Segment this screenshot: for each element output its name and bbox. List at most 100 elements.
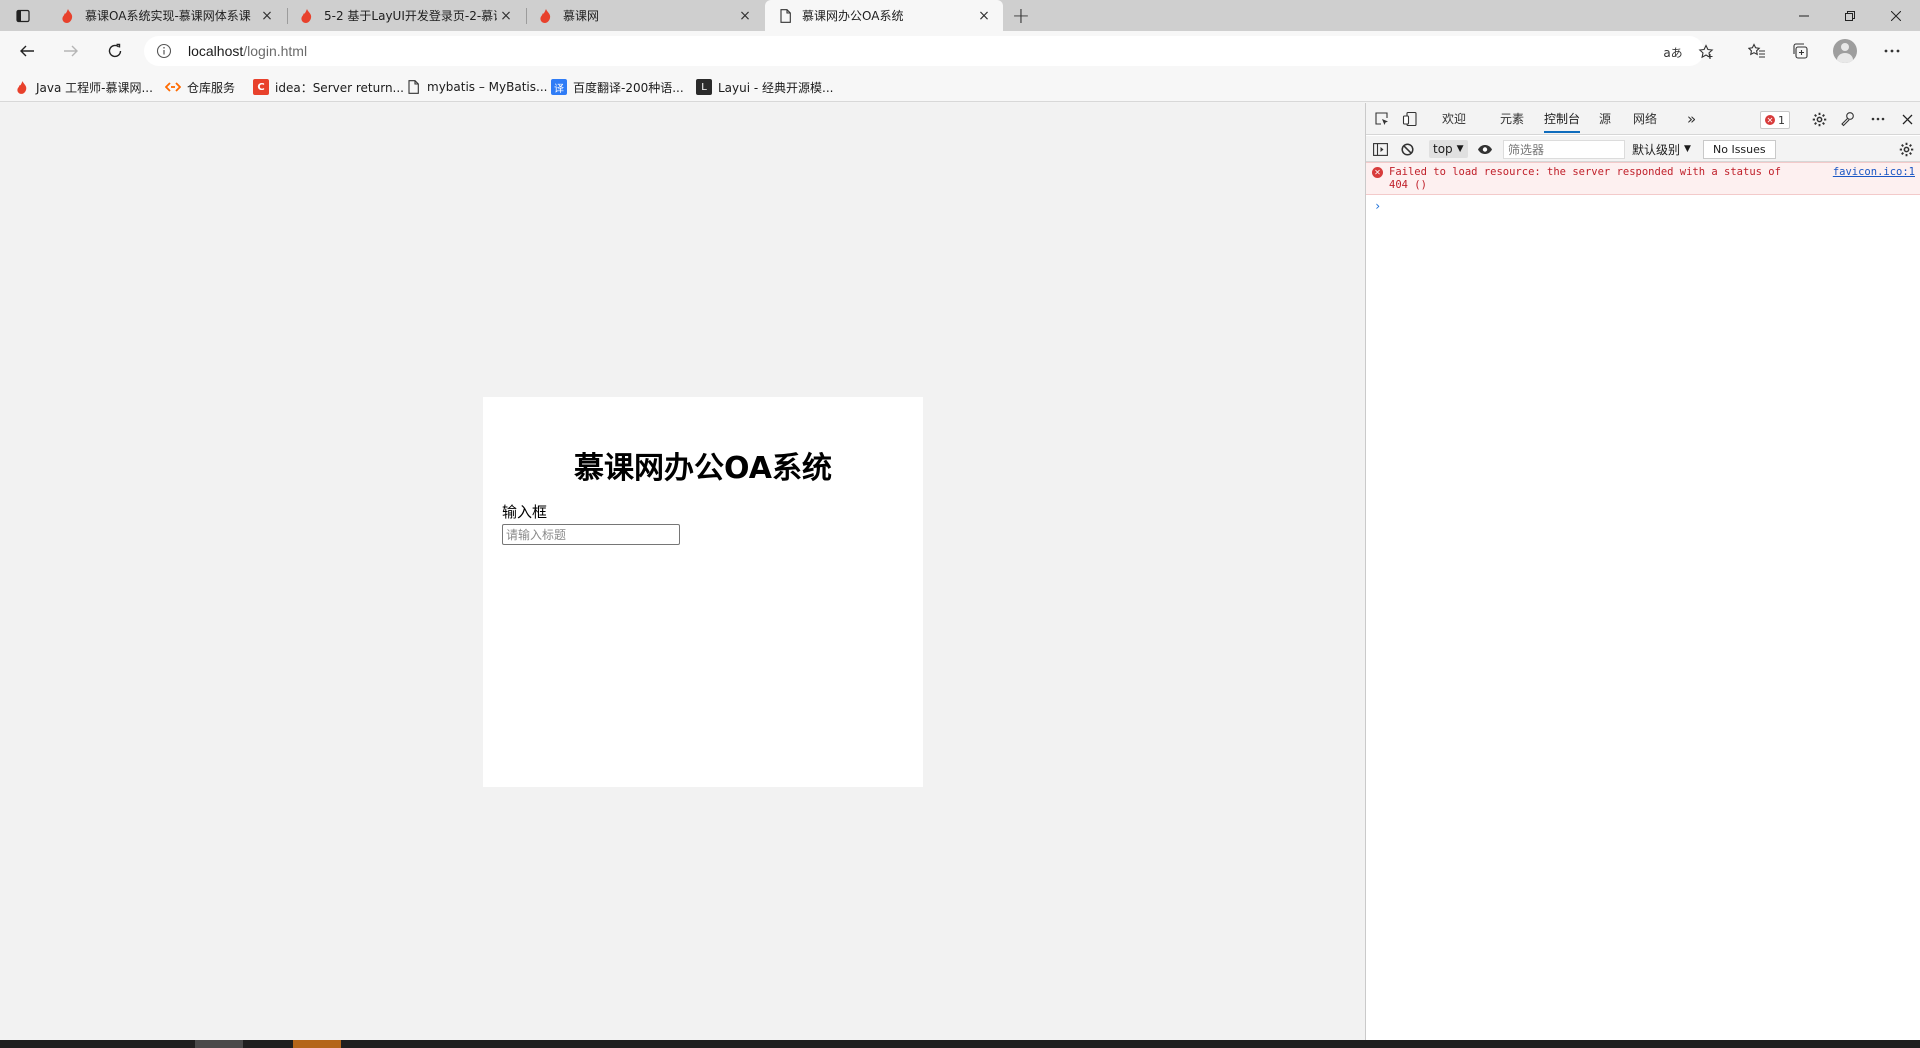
add-favorite-icon[interactable] [1696,42,1716,62]
bookmark-label: mybatis – MyBatis... [427,80,548,94]
bookmark-label: 百度翻译-200种语... [573,80,684,95]
device-emulation-button[interactable] [1400,109,1420,129]
more-horizontal-icon [1871,117,1885,121]
issues-button[interactable]: No Issues [1703,140,1776,159]
new-tab-button[interactable]: + [1008,3,1034,29]
browser-tab[interactable]: 慕课网 × [526,0,764,31]
browser-tab[interactable]: 5-2 基于LayUI开发登录页-2-慕课 × [287,0,525,31]
title-input[interactable] [502,524,680,545]
browser-tab[interactable]: 慕课OA系统实现-慕课网体系课 × [48,0,286,31]
taskbar-item[interactable] [293,1040,341,1048]
close-devtools-button[interactable] [1897,109,1917,129]
close-tab-icon[interactable]: × [736,7,754,25]
bookmark-item[interactable]: C idea：Server return... [253,77,404,97]
gear-icon [1812,112,1826,126]
favorites-button[interactable] [1745,39,1769,63]
show-sidebar-button[interactable] [1370,139,1390,159]
read-aloud-icon[interactable]: aあ [1663,42,1683,62]
flame-icon [14,79,30,95]
console-filter-input[interactable] [1503,140,1625,159]
bookmarks-bar: Java 工程师-慕课网... 仓库服务 C idea：Server retur… [0,71,1920,102]
caret-down-icon: ▼ [1456,144,1464,154]
close-window-button[interactable] [1873,0,1919,31]
layui-logo-icon: L [696,79,712,95]
page-title: 慕课网办公OA系统 [574,451,832,486]
log-level-select[interactable]: 默认级别 ▼ [1632,140,1691,158]
favorites-icon [1748,43,1765,58]
os-taskbar [0,1040,1920,1048]
avatar-head-shape [1841,43,1849,51]
devtools-more-tabs-button[interactable]: » [1687,103,1696,135]
document-icon [405,79,421,95]
browser-tab-title: 5-2 基于LayUI开发登录页-2-慕课 [324,9,497,23]
devtools-tab-console[interactable]: 控制台 [1544,103,1581,135]
sidebar-icon [1372,142,1388,156]
translate-icon: 译 [551,79,567,95]
eye-icon [1478,144,1492,154]
devtools-tab-network[interactable]: 网络 [1633,103,1657,135]
info-icon[interactable] [156,43,172,59]
bookmark-item[interactable]: mybatis – MyBatis... [405,77,547,97]
close-tab-icon[interactable]: × [975,7,993,25]
profile-avatar[interactable] [1833,39,1857,63]
caret-down-icon: ▼ [1684,144,1691,154]
devtools-tabbar: 欢迎 元素 控制台 源 网络 » ✕ 1 [1366,103,1920,135]
block-icon [1400,142,1414,156]
back-button[interactable] [12,37,42,65]
tab-actions-icon [16,9,30,23]
error-source-link[interactable]: favicon.ico:1 [1833,166,1915,179]
minimize-button[interactable] [1781,0,1827,31]
error-text-line: Failed to load resource: the server resp… [1389,166,1781,178]
context-value: top [1433,142,1453,156]
cloud-code-icon [165,79,181,95]
error-text: Failed to load resource: the server resp… [1389,166,1799,192]
error-count: 1 [1778,113,1785,127]
console-settings-button[interactable] [1896,139,1916,159]
bookmark-item[interactable]: 仓库服务 [165,77,235,97]
browser-toolbar: localhost/login.html aあ [0,31,1920,71]
browser-tab-title: 慕课网办公OA系统 [802,9,904,23]
taskbar-item[interactable] [195,1040,243,1048]
devtools-more-button[interactable] [1868,109,1888,129]
collections-button[interactable] [1788,39,1812,63]
devtools-tab-sources[interactable]: 源 [1599,103,1611,135]
error-text-line: 404 () [1389,179,1427,191]
refresh-button[interactable] [100,37,130,65]
console-toolbar: top▼ 默认级别▼ No Issues [1366,136,1920,162]
close-tab-icon[interactable]: × [258,7,276,25]
refresh-icon [108,43,122,58]
settings-more-button[interactable] [1880,39,1904,63]
restore-button[interactable] [1827,0,1873,31]
feedback-icon [1841,112,1854,127]
live-expression-button[interactable] [1475,139,1495,159]
bookmark-item[interactable]: 译 百度翻译-200种语... [551,77,684,97]
address-bar[interactable]: localhost/login.html aあ [144,36,1714,66]
avatar-body-shape [1837,53,1853,63]
bookmark-item[interactable]: L Layui - 经典开源模... [696,77,833,97]
inspect-element-button[interactable] [1372,109,1392,129]
devtools-panel: 欢迎 元素 控制台 源 网络 » ✕ 1 top ▼ 筛选器 默认级别 ▼ No… [1365,103,1920,1040]
restore-icon [1845,10,1855,21]
close-icon [1891,10,1901,21]
devtools-settings-button[interactable] [1809,109,1829,129]
bookmark-item[interactable]: Java 工程师-慕课网... [14,77,153,97]
feedback-button[interactable] [1838,109,1858,129]
browser-tab-title: 慕课OA系统实现-慕课网体系课 [85,9,251,23]
url-text[interactable]: localhost/login.html [188,43,307,59]
bookmark-label: Layui - 经典开源模... [718,80,834,95]
clear-console-button[interactable] [1397,139,1417,159]
browser-tab-active[interactable]: 慕课网办公OA系统 × [765,0,1003,31]
error-icon: ✕ [1765,115,1775,125]
device-icon [1402,111,1417,127]
devtools-tab-elements[interactable]: 元素 [1500,103,1524,135]
forward-button[interactable] [56,37,86,65]
error-icon: ✕ [1372,167,1383,178]
error-count-badge[interactable]: ✕ 1 [1760,111,1790,129]
console-prompt[interactable]: › [1374,199,1381,213]
context-select[interactable]: top ▼ [1429,140,1468,158]
collections-icon [1793,43,1808,59]
devtools-tab-welcome[interactable]: 欢迎 [1442,103,1466,135]
tab-actions-button[interactable] [8,4,38,28]
close-tab-icon[interactable]: × [497,7,515,25]
minimize-icon [1799,15,1809,16]
